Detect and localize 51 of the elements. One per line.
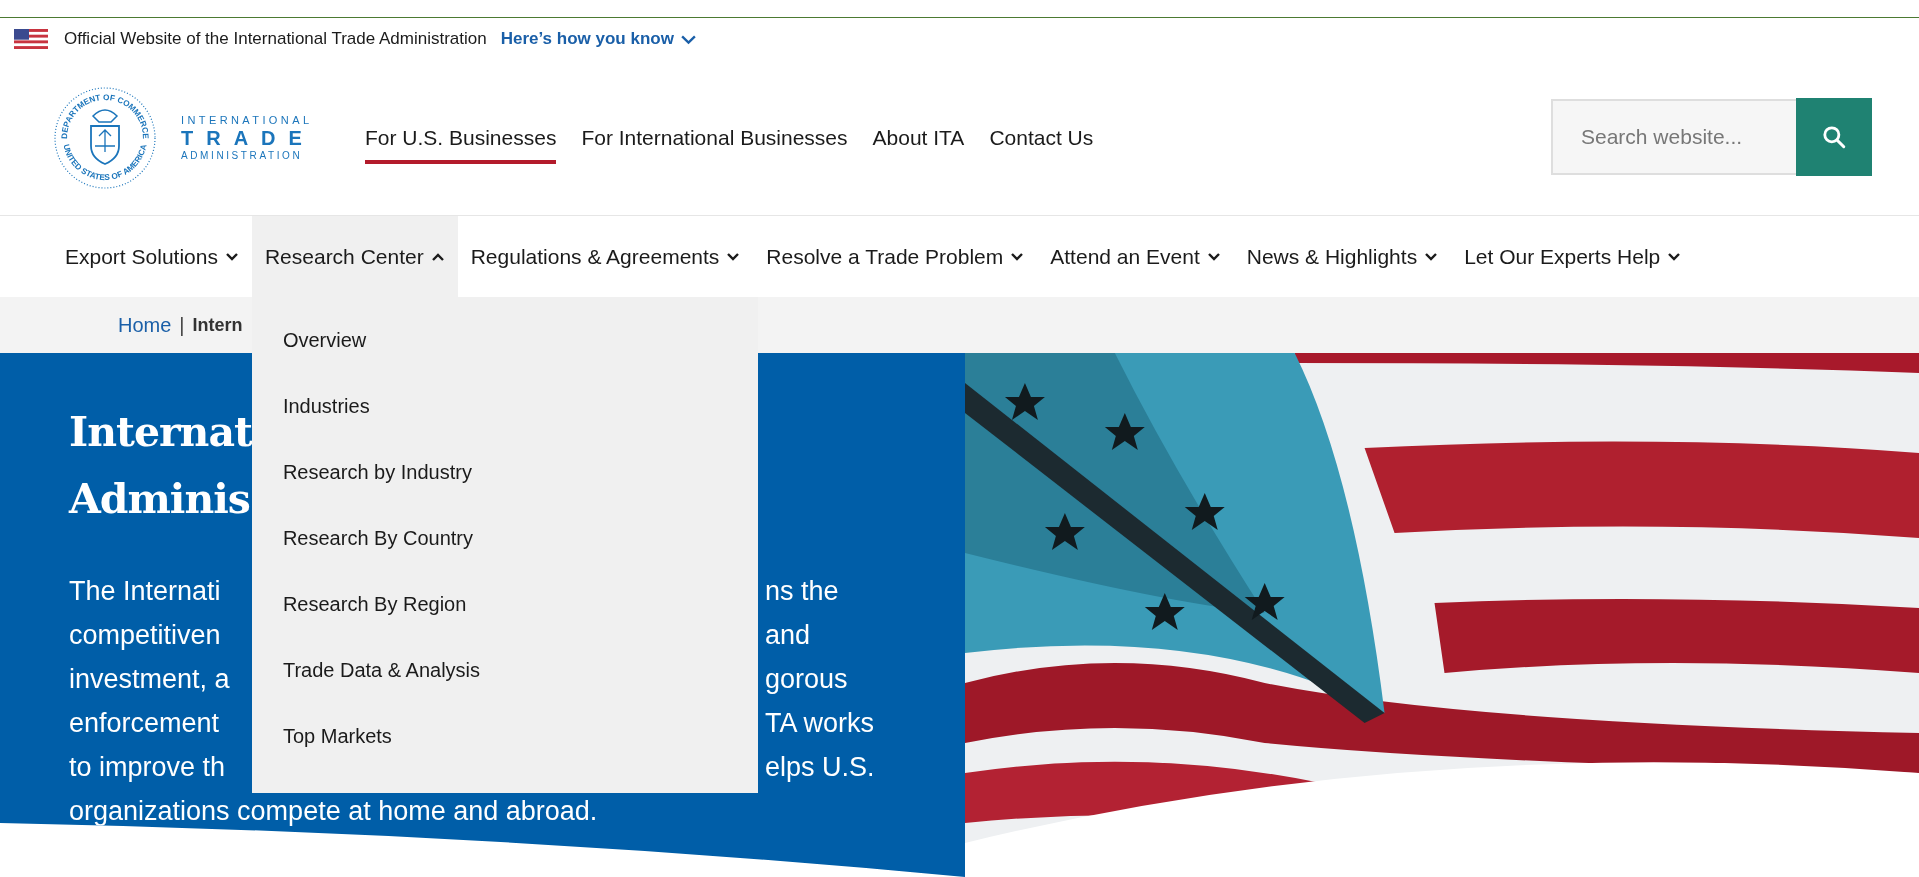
hero-paragraph-text: gorous — [765, 663, 848, 695]
hero-paragraph-text: competitiven — [69, 619, 222, 651]
chevron-icon — [1424, 251, 1439, 262]
dropdown-item[interactable]: Trade Data & Analysis — [282, 637, 481, 703]
top-nav-link[interactable]: For U.S. Businesses — [365, 115, 557, 164]
main-nav-item[interactable]: Let Our Experts Help — [1451, 216, 1695, 297]
hero-paragraph-text: elps U.S. — [765, 751, 875, 783]
hero-paragraph-text: ns the — [765, 575, 839, 607]
dropdown-item[interactable]: Overview — [282, 307, 367, 373]
hero-paragraph-text: to improve th — [69, 751, 227, 783]
official-website-text: Official Website of the International Trade Administration — [64, 29, 487, 49]
chevron-icon — [224, 251, 239, 262]
hero-paragraph-text: TA works — [765, 707, 874, 739]
chevron-down-icon — [679, 33, 697, 45]
search-button[interactable] — [1796, 98, 1872, 176]
main-nav-item[interactable]: News & Highlights — [1233, 216, 1452, 297]
main-nav-item[interactable]: Attend an Event — [1037, 216, 1234, 297]
top-nav-link[interactable]: Contact Us — [989, 115, 1094, 164]
hero-title-text: Internat — [69, 407, 252, 458]
main-nav-item[interactable]: Regulations & Agreements — [457, 216, 754, 297]
main-nav-item[interactable]: Export Solutions — [52, 216, 252, 297]
dropdown-item[interactable]: Industries — [282, 373, 370, 439]
search-icon — [1821, 124, 1847, 150]
logo-administration-text: ADMINISTRATION — [181, 150, 304, 161]
chevron-icon — [1010, 251, 1025, 262]
hero-paragraph-text: organizations compete at home and abroad. — [69, 795, 598, 827]
chevron-icon — [430, 251, 445, 262]
main-nav-item[interactable]: Research Center — [251, 216, 458, 297]
dropdown-item[interactable]: Research By Region — [282, 571, 467, 637]
search-field[interactable]: Search website... — [1551, 99, 1796, 175]
breadcrumb-current: Intern — [192, 314, 243, 336]
breadcrumb-home-link[interactable]: Home — [118, 313, 172, 337]
dropdown-item[interactable]: Research By Country — [282, 505, 473, 571]
hero-paragraph-text: investment, a — [69, 663, 231, 695]
dropdown-item[interactable]: Research by Industry — [282, 439, 472, 505]
hero-paragraph-text: and — [765, 619, 811, 651]
main-nav-item[interactable]: Resolve a Trade Problem — [753, 216, 1038, 297]
flag-icon — [14, 29, 48, 49]
chevron-icon — [726, 251, 741, 262]
hero-paragraph-text: The Internati — [69, 575, 222, 607]
logo-international-text: INTERNATIONAL — [181, 114, 314, 126]
hero-title-text: Adminis — [69, 474, 250, 525]
how-you-know-link[interactable]: Here’s how you know — [500, 29, 697, 49]
top-nav-link[interactable]: For International Businesses — [581, 115, 848, 164]
breadcrumb-separator: | — [179, 313, 185, 337]
top-nav-link[interactable]: About ITA — [872, 115, 965, 164]
logo-trade-text: TRADE — [181, 126, 315, 150]
dropdown-item[interactable]: Top Markets — [282, 703, 392, 769]
chevron-icon — [1206, 251, 1221, 262]
chevron-icon — [1667, 251, 1682, 262]
hero-paragraph-text: enforcement — [69, 707, 221, 739]
